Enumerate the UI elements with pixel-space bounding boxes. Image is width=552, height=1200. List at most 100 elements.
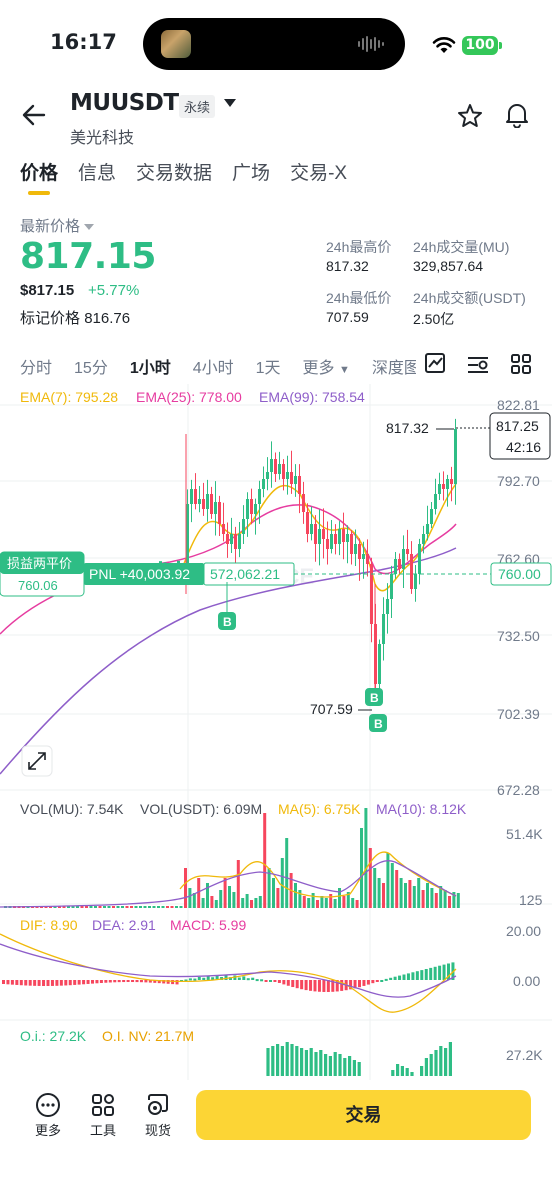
volume-bar: [408, 880, 412, 908]
volume-bar: [201, 898, 205, 908]
candle-body: [330, 534, 333, 549]
buy-marker[interactable]: B: [218, 582, 236, 630]
vol-ma10-legend: MA(10): 8.12K: [376, 801, 467, 817]
interval-depth[interactable]: 深度图: [372, 354, 416, 378]
vol-y-top: 51.4K: [506, 826, 543, 842]
candle-body: [338, 529, 341, 544]
nav-more[interactable]: 更多: [26, 1092, 70, 1139]
macd-bar: [393, 976, 397, 980]
more-dots-icon: [36, 1093, 60, 1117]
macd-bar: [317, 980, 321, 992]
interval-1h[interactable]: 1小时: [130, 354, 171, 378]
candle-body: [214, 502, 217, 514]
volume-bar: [360, 828, 363, 908]
nav-spot[interactable]: 现货: [136, 1092, 180, 1139]
macd-bar: [429, 967, 433, 980]
oi-bar: [343, 1058, 347, 1076]
mark-price-value: 816.76: [84, 310, 131, 327]
volume-bar: [258, 896, 262, 908]
volume-bar: [285, 838, 289, 908]
macd-bar: [375, 980, 379, 982]
macd-bar: [10, 980, 14, 985]
interval-1d[interactable]: 1天: [256, 354, 281, 378]
candle-body: [266, 472, 269, 479]
macd-bar: [282, 980, 286, 985]
macd-bar: [300, 980, 304, 990]
bell-icon[interactable]: [505, 101, 529, 128]
tab-trading-data[interactable]: 交易数据: [136, 158, 212, 185]
expand-chart-icon[interactable]: [21, 745, 53, 777]
nav-tools[interactable]: 工具: [81, 1092, 125, 1139]
oi-bar: [271, 1046, 275, 1076]
oi-bar: [319, 1050, 323, 1076]
interval-15m[interactable]: 15分: [74, 354, 108, 378]
last-price: 817.15: [20, 236, 156, 277]
low-label: 24h最低价: [326, 290, 392, 306]
back-arrow-icon[interactable]: [22, 104, 46, 126]
latest-price-label[interactable]: 最新价格: [20, 215, 95, 236]
macd-bar: [55, 980, 59, 986]
macd-dif-legend: DIF: 8.90: [20, 917, 78, 933]
macd-bar: [95, 980, 99, 984]
macd-bar: [389, 977, 393, 980]
oi-bar: [280, 1046, 284, 1076]
y-tick-6: 672.28: [497, 782, 540, 798]
macd-bar: [188, 978, 192, 981]
volume-bar: [456, 893, 460, 908]
oi-bar: [391, 1070, 395, 1076]
macd-bar: [104, 980, 108, 983]
candle-body: [230, 534, 233, 544]
tab-info[interactable]: 信息: [78, 158, 116, 185]
volume-bar: [241, 898, 245, 908]
volume-bar: [175, 906, 178, 908]
volume-bar: [280, 858, 284, 908]
interval-time[interactable]: 分时: [20, 354, 52, 378]
volume-bar: [364, 808, 368, 908]
macd-y-mid: 0.00: [513, 973, 540, 989]
interval-4h[interactable]: 4小时: [193, 354, 234, 378]
volume-bar: [417, 878, 421, 908]
candle-body: [286, 472, 289, 479]
position-price: 760.00: [498, 566, 541, 582]
low-price-label: 707.59: [310, 701, 353, 717]
spot-exchange-icon: [148, 1094, 168, 1115]
trade-button[interactable]: 交易: [196, 1090, 531, 1140]
media-thumbnail: [161, 30, 191, 58]
macd-bar: [269, 980, 272, 982]
volume-bar: [219, 890, 223, 908]
volume-bar: [157, 906, 160, 908]
caret-down-icon[interactable]: [223, 98, 237, 108]
symbol-title[interactable]: MUUSDT: [70, 90, 179, 116]
volume-bar: [412, 886, 416, 908]
macd-bar: [322, 980, 326, 992]
volume-bar: [152, 906, 156, 908]
macd-bar: [86, 980, 90, 984]
macd-bar: [251, 977, 255, 980]
candle-body: [390, 574, 393, 599]
candle-body: [426, 524, 429, 534]
star-icon[interactable]: [457, 103, 483, 128]
oi-bar: [285, 1042, 289, 1076]
tab-price[interactable]: 价格: [20, 158, 58, 195]
tab-square[interactable]: 广场: [232, 158, 270, 185]
candlestick-chart[interactable]: EMA(7): 795.28 EMA(25): 778.00 EMA(99): …: [0, 384, 552, 1080]
candle-body: [210, 494, 213, 514]
macd-bar: [411, 972, 415, 980]
volume-bar: [316, 900, 319, 908]
layout-grid-icon[interactable]: [510, 353, 532, 375]
chart-settings-button[interactable]: [424, 352, 450, 378]
candle-body: [386, 599, 389, 614]
tab-trade-x[interactable]: 交易-X: [290, 158, 347, 185]
oi-bar: [276, 1044, 280, 1076]
candle-body: [194, 489, 197, 504]
macd-dea-line: [0, 943, 457, 998]
interval-more[interactable]: 更多 ▼: [303, 354, 350, 378]
macd-bar: [202, 977, 206, 980]
macd-bar: [6, 980, 10, 985]
oi-bar: [290, 1044, 294, 1076]
macd-bar: [438, 965, 442, 980]
drawing-tools-icon[interactable]: [466, 354, 490, 376]
oi-bar: [314, 1052, 318, 1076]
candle-body: [394, 559, 397, 574]
buy-marker-label: B: [223, 615, 232, 629]
